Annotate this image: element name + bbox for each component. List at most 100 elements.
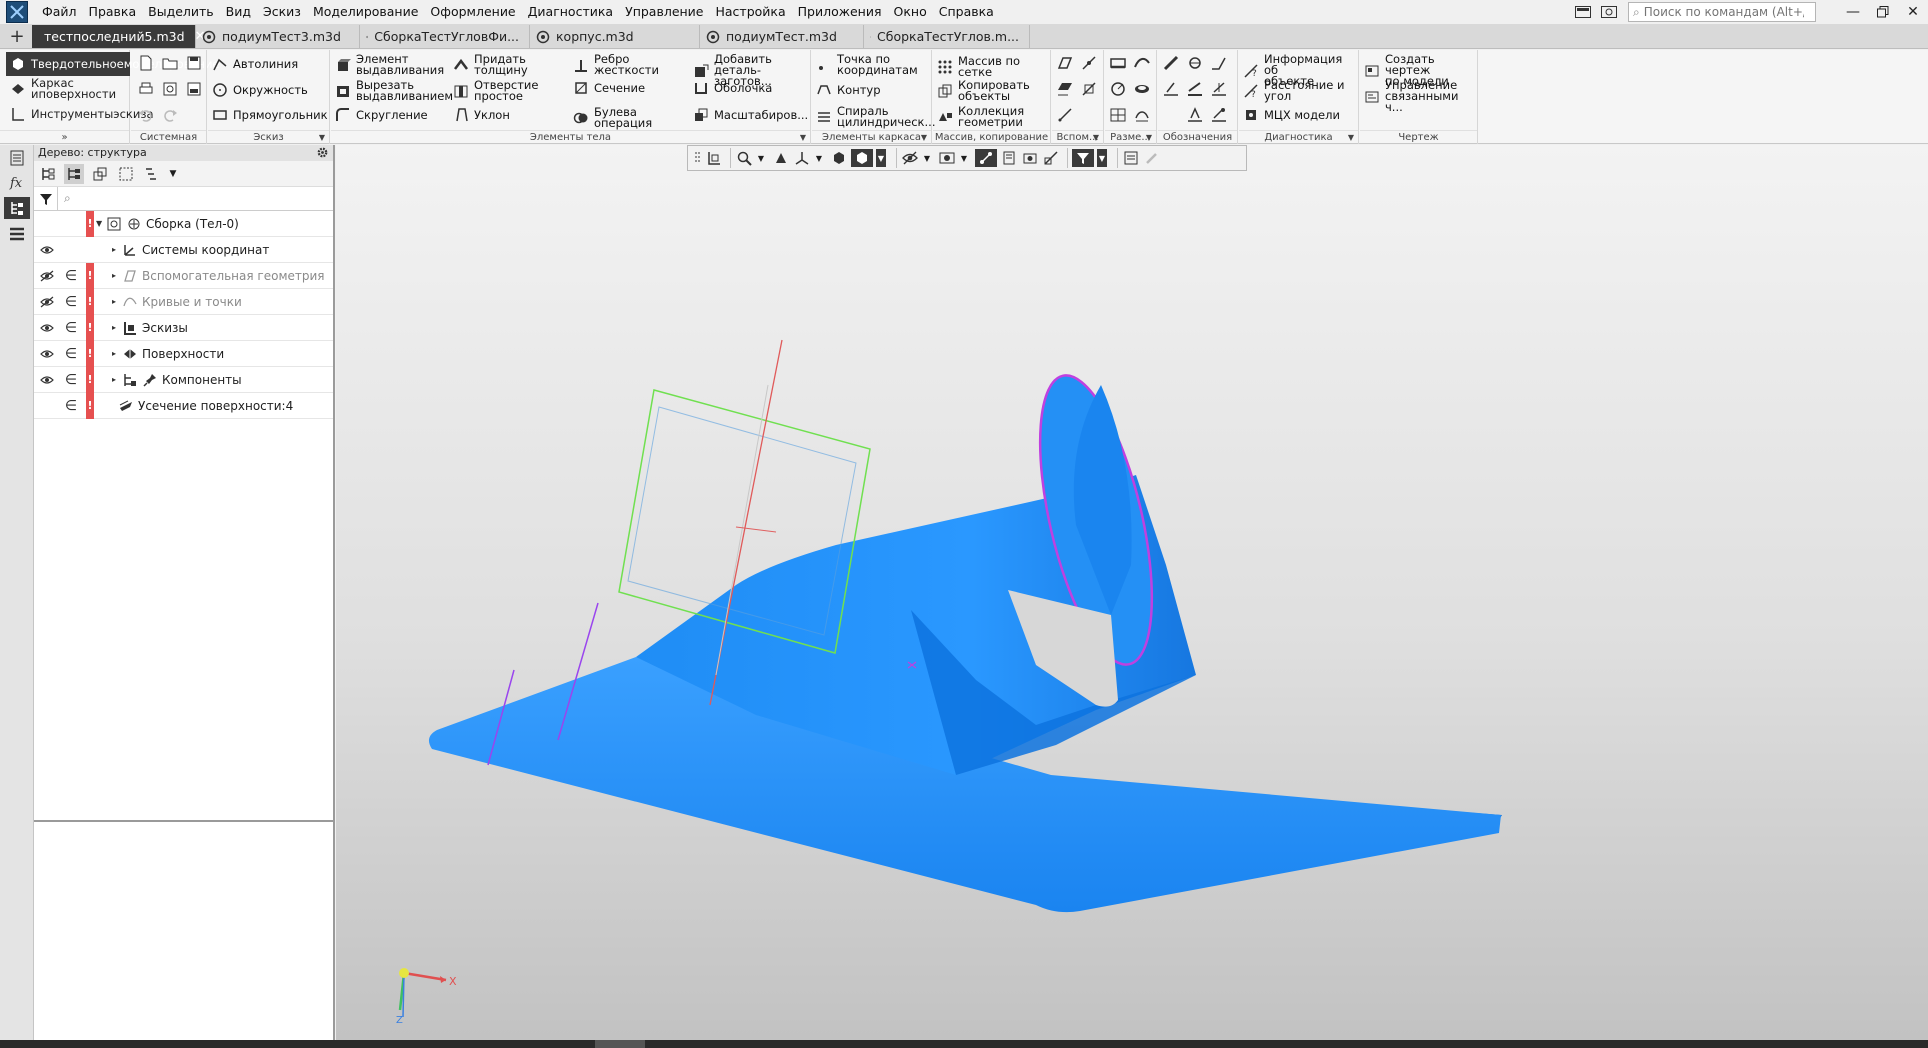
- weld-icon[interactable]: [1186, 80, 1204, 98]
- save-all-icon[interactable]: [185, 80, 203, 98]
- menu-sketch[interactable]: Эскиз: [257, 0, 307, 24]
- tree-panel-splitter[interactable]: [34, 820, 333, 822]
- menu-help[interactable]: Справка: [933, 0, 1000, 24]
- display-dropdown[interactable]: ▼: [876, 149, 886, 167]
- tree-options-dropdown[interactable]: ▼: [168, 164, 178, 184]
- tab-document-4[interactable]: корпус.m3d: [530, 25, 700, 48]
- filter-icon[interactable]: [1072, 149, 1094, 167]
- aux-line-icon[interactable]: [1056, 106, 1074, 124]
- filter-dropdown[interactable]: ▼: [1097, 149, 1107, 167]
- parameters-panel-icon[interactable]: [8, 149, 26, 167]
- boolean-button[interactable]: Булева операция: [573, 106, 652, 129]
- command-search[interactable]: ⌕: [1628, 2, 1816, 22]
- properties-view-icon[interactable]: [1122, 149, 1140, 167]
- include-toggle[interactable]: ∈: [64, 341, 78, 367]
- visibility-eye-icon[interactable]: [38, 237, 56, 263]
- shell-button[interactable]: Оболочка: [693, 80, 772, 96]
- tree-panel-toggle[interactable]: [4, 197, 30, 219]
- pencil-icon[interactable]: [1143, 149, 1161, 167]
- section-view-icon[interactable]: [938, 149, 956, 167]
- chevron-down-icon[interactable]: ▼: [1146, 131, 1152, 145]
- thicken-button[interactable]: Придать толщину: [453, 53, 528, 76]
- tab-document-6[interactable]: СборкаТестУглов.m...: [864, 25, 1030, 48]
- marking-icon[interactable]: [1186, 106, 1204, 124]
- layers-menu-icon[interactable]: [8, 225, 26, 243]
- camera-icon[interactable]: [1021, 149, 1039, 167]
- orientation-dropdown[interactable]: ▼: [814, 149, 824, 167]
- cut-extrude-button[interactable]: Вырезать выдавливанием: [335, 79, 453, 102]
- scale-button[interactable]: Масштабиров...: [693, 107, 808, 123]
- diameter-dimension-icon[interactable]: [1133, 80, 1151, 98]
- tab-document-5[interactable]: подиумТест.m3d: [700, 25, 864, 48]
- spiral-button[interactable]: Спираль цилиндрическ...: [816, 105, 935, 128]
- draft-button[interactable]: Уклон: [453, 107, 510, 123]
- linear-dimension-icon[interactable]: [1109, 54, 1127, 72]
- include-toggle[interactable]: ∈: [64, 263, 78, 289]
- menu-select[interactable]: Выделить: [142, 0, 220, 24]
- tree-filter-options-button[interactable]: [142, 164, 162, 184]
- section-button[interactable]: Сечение: [573, 80, 645, 96]
- include-toggle[interactable]: ∈: [64, 393, 78, 419]
- tree-mode-selection-button[interactable]: [116, 164, 136, 184]
- tab-document-1[interactable]: тестпоследний5.m3d ✕: [32, 25, 205, 48]
- tree-row[interactable]: ∈ ! ▸ Вспомогательная геометрия: [34, 262, 333, 289]
- chevron-down-icon[interactable]: ▼: [921, 131, 927, 145]
- chevron-right-icon[interactable]: ▸: [112, 349, 122, 358]
- chevron-down-icon[interactable]: ▼: [1093, 131, 1099, 145]
- tree-mode-components-button[interactable]: [90, 164, 110, 184]
- chevron-right-icon[interactable]: ▸: [112, 323, 122, 332]
- tree-search-input[interactable]: [76, 191, 317, 206]
- aux-axis-icon[interactable]: [1080, 54, 1098, 72]
- tree-mode-build-button[interactable]: [64, 163, 84, 184]
- grid-array-button[interactable]: Массив по сетке: [937, 55, 1050, 78]
- undo-icon[interactable]: [137, 106, 155, 124]
- print-preview-icon[interactable]: [161, 80, 179, 98]
- menu-settings[interactable]: Настройка: [710, 0, 792, 24]
- contour-button[interactable]: Контур: [816, 82, 881, 98]
- zoom-icon[interactable]: [735, 149, 753, 167]
- 3d-viewport[interactable]: ▼ ▼ ▼ ▼ ▼ ▼ X Z: [336, 145, 1928, 1040]
- position-mark-icon[interactable]: [1210, 80, 1228, 98]
- tree-row[interactable]: ▸ Системы координат: [34, 237, 333, 263]
- chevron-down-icon[interactable]: ▼: [319, 131, 325, 145]
- mode-solid-modeling[interactable]: Твердотельноемоделирование: [6, 52, 220, 76]
- save-icon[interactable]: [185, 54, 203, 72]
- menu-window[interactable]: Окно: [888, 0, 933, 24]
- menu-design[interactable]: Оформление: [424, 0, 521, 24]
- chevron-down-icon[interactable]: ▼: [96, 219, 106, 228]
- roughness-icon[interactable]: [1162, 54, 1180, 72]
- menu-manage[interactable]: Управление: [619, 0, 709, 24]
- new-document-icon[interactable]: [137, 54, 155, 72]
- visibility-eye-icon[interactable]: [38, 367, 56, 393]
- manage-drawings-button[interactable]: Управление связанными ч...: [1364, 79, 1477, 113]
- menu-edit[interactable]: Правка: [83, 0, 143, 24]
- chevron-right-icon[interactable]: ▸: [112, 271, 122, 280]
- autoline-button[interactable]: Автолиния: [212, 56, 298, 72]
- display-style-cube-icon[interactable]: [830, 149, 848, 167]
- arc-dimension-icon[interactable]: [1133, 106, 1151, 124]
- filter-icon[interactable]: [34, 186, 58, 211]
- tree-mode-structure-button[interactable]: [38, 164, 58, 184]
- fillet-button[interactable]: Скругление: [335, 107, 428, 123]
- chevron-right-icon[interactable]: ▸: [112, 297, 122, 306]
- include-toggle[interactable]: ∈: [64, 315, 78, 341]
- include-toggle[interactable]: ∈: [64, 289, 78, 315]
- mode-surfaces[interactable]: Каркас иповерхности: [6, 77, 130, 101]
- menu-view[interactable]: Вид: [220, 0, 257, 24]
- hidden-eye-icon[interactable]: [38, 289, 56, 315]
- table-dimension-icon[interactable]: [1109, 106, 1127, 124]
- modes-collapse[interactable]: »: [0, 130, 129, 144]
- minimize-button[interactable]: —: [1838, 0, 1868, 24]
- mode-sketch-tools[interactable]: Инструментыэскиза: [6, 102, 154, 126]
- tree-row[interactable]: ∈ ! ▸ Кривые и точки: [34, 288, 333, 315]
- variables-fx-icon[interactable]: fx: [8, 173, 26, 191]
- normal-to-icon[interactable]: [705, 149, 723, 167]
- menu-modeling[interactable]: Моделирование: [307, 0, 424, 24]
- include-toggle[interactable]: ∈: [64, 367, 78, 393]
- chevron-right-icon[interactable]: ▸: [112, 375, 122, 384]
- extrude-button[interactable]: Элемент выдавливания: [335, 53, 444, 76]
- restore-button[interactable]: [1868, 0, 1898, 24]
- measure-view-icon[interactable]: [1042, 149, 1060, 167]
- menu-file[interactable]: Файл: [36, 0, 83, 24]
- tree-row[interactable]: ∈ ! ▸ Эскизы: [34, 314, 333, 341]
